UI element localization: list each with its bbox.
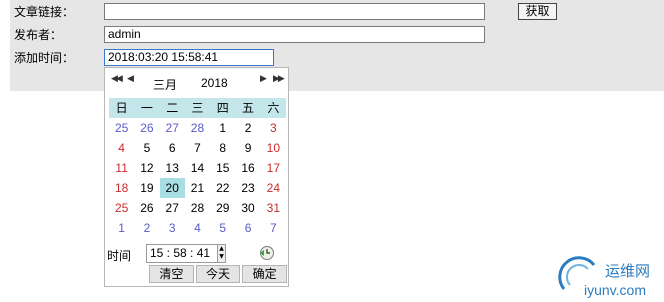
calendar-week-row: 25 26 27 28 29 30 31 [109,198,286,218]
publisher-label: 发布者： [14,28,63,42]
calendar-day[interactable]: 27 [160,198,185,218]
calendar-day[interactable]: 30 [235,198,260,218]
calendar-day[interactable]: 6 [160,138,185,158]
calendar-day[interactable]: 5 [210,218,235,238]
calendar-day[interactable]: 3 [261,118,286,138]
ok-button[interactable]: 确定 [242,265,288,283]
article-link-label: 文章链接： [14,5,75,19]
calendar-day[interactable]: 16 [235,158,260,178]
spinner-arrows-icon[interactable]: ▲ ▼ [217,244,226,263]
today-button[interactable]: 今天 [195,265,241,283]
calendar-day[interactable]: 28 [185,198,210,218]
year-label[interactable]: 2018 [201,76,228,90]
calendar-day[interactable]: 15 [210,158,235,178]
calendar-day[interactable]: 11 [109,158,134,178]
calendar-day[interactable]: 29 [210,198,235,218]
clock-icon[interactable] [259,245,275,261]
watermark-name: 运维网 [605,262,651,280]
calendar-day[interactable]: 2 [235,118,260,138]
publisher-input[interactable]: admin [104,26,485,43]
calendar-week-row: 18 19 20 21 22 23 24 [109,178,286,198]
month-label[interactable]: 三月 [153,76,177,93]
calendar-day[interactable]: 4 [185,218,210,238]
weekday-mon: 一 [140,101,153,115]
weekday-header: 日 一 二 三 四 五 六 [109,98,286,118]
calendar-day[interactable]: 3 [160,218,185,238]
weekday-thu: 四 [216,101,229,115]
calendar-week-row: 1234567 [109,218,286,238]
calendar-grid: 日 一 二 三 四 五 六 25 26 27 28 1 2 3 4 5 6 7 8 9 10 11 12 13 1… [109,98,286,238]
calendar-day[interactable]: 31 [261,198,286,218]
calendar-day[interactable]: 4 [109,138,134,158]
calendar-day[interactable]: 24 [261,178,286,198]
next-year-button[interactable]: ▶▶ [273,74,285,84]
calendar-day[interactable]: 6 [235,218,260,238]
next-month-button[interactable]: ▶ [260,74,267,84]
calendar-day[interactable]: 27 [160,118,185,138]
calendar-day[interactable]: 18 [109,178,134,198]
calendar-day[interactable]: 5 [134,138,159,158]
fetch-button[interactable]: 获取 [518,3,557,20]
day-rows: 25 26 27 28 1 2 3 4 5 6 7 8 9 10 11 12 13 14 15 16 17 18 19 20 2… [109,118,286,238]
weekday-tue: 二 [166,101,179,115]
calendar-day[interactable]: 21 [185,178,210,198]
calendar-day[interactable]: 7 [185,138,210,158]
calendar-day[interactable]: 26 [134,118,159,138]
calendar-day[interactable]: 28 [185,118,210,138]
clear-button[interactable]: 清空 [149,265,194,283]
calendar-day[interactable]: 13 [160,158,185,178]
time-input[interactable]: 15 : 58 : 41 [146,244,218,263]
calendar-day[interactable]: 17 [261,158,286,178]
calendar-day[interactable]: 2 [134,218,159,238]
calendar-week-row: 11 12 13 14 15 16 17 [109,158,286,178]
weekday-wed: 三 [191,101,204,115]
calendar-day[interactable]: 20 [159,178,185,198]
calendar-week-row: 4 5 6 7 8 9 10 [109,138,286,158]
calendar-day[interactable]: 7 [261,218,286,238]
weekday-sun: 日 [115,101,128,115]
calendar-week-row: 25 26 27 28 1 2 3 [109,118,286,138]
calendar-day[interactable]: 22 [210,178,235,198]
add-time-label: 添加时间： [14,51,75,65]
calendar-day[interactable]: 9 [235,138,260,158]
weekday-sat: 六 [267,101,280,115]
calendar-day[interactable]: 1 [109,218,134,238]
watermark-url: iyunv.com [584,282,646,298]
date-picker-popup: ◀◀ ◀ 三月 2018 ▶ ▶▶ 日 一 二 三 四 五 六 25 26 27 28… [104,67,289,287]
calendar-day[interactable]: 12 [134,158,159,178]
time-row: 时间 15 : 58 : 41 ▲ ▼ [107,244,287,264]
calendar-buttons: 清空 今天 确定 [149,265,288,283]
calendar-day[interactable]: 14 [185,158,210,178]
article-link-input[interactable] [104,3,485,20]
calendar-day[interactable]: 23 [235,178,260,198]
time-label: 时间 [107,249,132,263]
prev-month-button[interactable]: ◀ [127,74,134,84]
calendar-day[interactable]: 8 [210,138,235,158]
calendar-day[interactable]: 10 [261,138,286,158]
calendar-day[interactable]: 25 [109,118,134,138]
calendar-day[interactable]: 25 [109,198,134,218]
calendar-day[interactable]: 26 [134,198,159,218]
calendar-day[interactable]: 19 [134,178,159,198]
calendar-day[interactable]: 1 [210,118,235,138]
add-time-input[interactable]: 2018:03:20 15:58:41 [104,49,274,66]
weekday-fri: 五 [242,101,255,115]
prev-year-button[interactable]: ◀◀ [111,74,123,84]
